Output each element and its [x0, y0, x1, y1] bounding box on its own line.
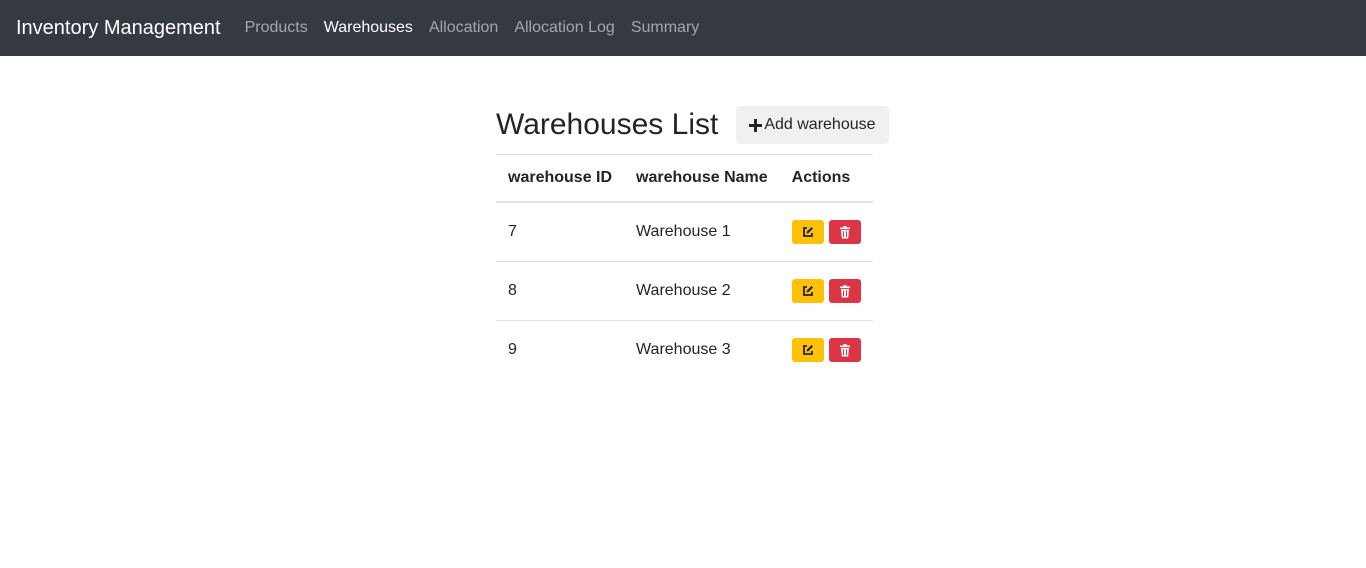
- plus-icon: [749, 118, 763, 132]
- add-warehouse-label: Add warehouse: [764, 116, 876, 133]
- add-warehouse-button[interactable]: Add warehouse: [736, 106, 889, 144]
- page-title: Warehouses List: [496, 108, 719, 141]
- header-warehouse-name: warehouse Name: [624, 154, 780, 203]
- edit-icon: [802, 227, 813, 237]
- warehouse-id-cell: 7: [496, 202, 625, 262]
- table-row: 8 Warehouse 2: [496, 261, 873, 321]
- nav-link-allocation[interactable]: Allocation: [421, 19, 506, 37]
- actions-cell: [779, 202, 873, 262]
- edit-icon: [802, 286, 813, 296]
- nav-link-summary[interactable]: Summary: [623, 19, 707, 37]
- warehouses-table: warehouse ID warehouse Name Actions 7 Wa…: [496, 154, 873, 379]
- warehouse-id-cell: 8: [496, 261, 625, 321]
- main-content: Warehouses List Add warehouse warehouse …: [496, 106, 889, 379]
- header-actions: Actions: [779, 154, 873, 203]
- actions-cell: [780, 321, 873, 380]
- table-row: 7 Warehouse 1: [496, 202, 873, 262]
- brand-link[interactable]: Inventory Management: [16, 17, 221, 40]
- edit-button[interactable]: [791, 279, 824, 303]
- edit-button[interactable]: [791, 338, 824, 362]
- delete-button[interactable]: [828, 220, 861, 244]
- nav-link-products[interactable]: Products: [237, 19, 316, 37]
- nav-link-warehouses[interactable]: Warehouses: [316, 19, 421, 37]
- trash-icon: [839, 284, 850, 297]
- warehouse-name-cell: Warehouse 3: [636, 341, 731, 358]
- trash-icon: [839, 225, 850, 238]
- delete-button[interactable]: [828, 279, 861, 303]
- edit-button[interactable]: [791, 220, 824, 244]
- actions-cell: [779, 261, 873, 321]
- edit-icon: [802, 345, 813, 355]
- warehouse-name-cell: Warehouse 2: [624, 261, 780, 321]
- top-navbar: Inventory Management Products Warehouses…: [0, 0, 1366, 56]
- header-warehouse-id: warehouse ID: [496, 154, 625, 203]
- nav-link-allocation-log[interactable]: Allocation Log: [506, 19, 623, 37]
- warehouse-id-cell: 9: [508, 341, 517, 358]
- table-row: 9 Warehouse 3: [496, 321, 873, 380]
- warehouse-name-cell: Warehouse 1: [624, 202, 780, 262]
- page-header: Warehouses List Add warehouse: [496, 106, 889, 144]
- table-header-row: warehouse ID warehouse Name Actions: [496, 154, 873, 203]
- trash-icon: [839, 343, 850, 356]
- delete-button[interactable]: [828, 338, 861, 362]
